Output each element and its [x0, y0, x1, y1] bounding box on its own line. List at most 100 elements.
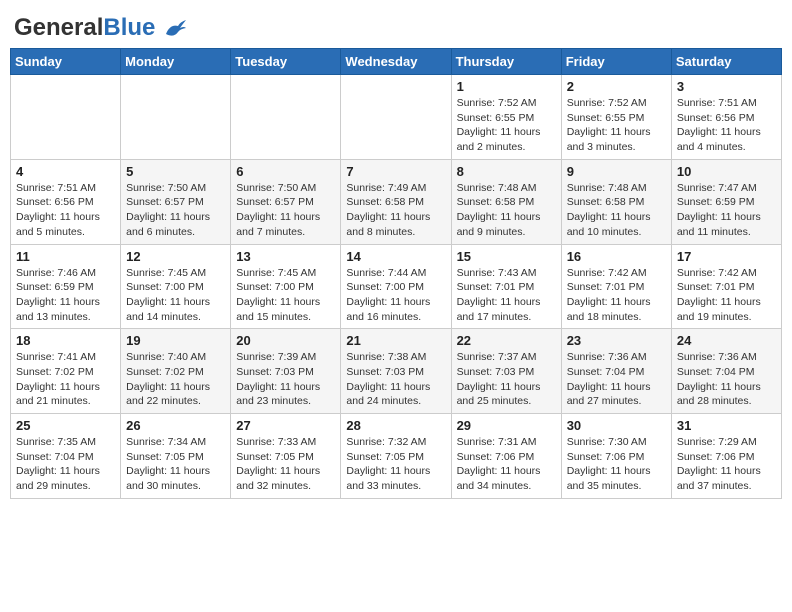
day-info: Sunrise: 7:48 AMSunset: 6:58 PMDaylight:…: [457, 181, 556, 240]
calendar-cell: [341, 75, 451, 160]
calendar-week-1: 1 Sunrise: 7:52 AMSunset: 6:55 PMDaylight…: [11, 75, 782, 160]
day-info: Sunrise: 7:51 AMSunset: 6:56 PMDaylight:…: [16, 181, 115, 240]
weekday-header-thursday: Thursday: [451, 49, 561, 75]
weekday-header-sunday: Sunday: [11, 49, 121, 75]
day-info: Sunrise: 7:52 AMSunset: 6:55 PMDaylight:…: [567, 96, 666, 155]
calendar-cell: 25Sunrise: 7:35 AMSunset: 7:04 PMDayligh…: [11, 414, 121, 499]
day-number: 15: [457, 249, 556, 264]
day-info: Sunrise: 7:34 AMSunset: 7:05 PMDaylight:…: [126, 435, 225, 494]
day-info: Sunrise: 7:36 AMSunset: 7:04 PMDaylight:…: [567, 350, 666, 409]
day-number: 21: [346, 333, 445, 348]
day-info: Sunrise: 7:32 AMSunset: 7:05 PMDaylight:…: [346, 435, 445, 494]
logo-bird-icon: [164, 20, 186, 38]
calendar-cell: 6 Sunrise: 7:50 AMSunset: 6:57 PMDaylight…: [231, 159, 341, 244]
calendar-cell: 31 Sunrise: 7:29 AMSunset: 7:06 PMDayligh…: [671, 414, 781, 499]
day-number: 18: [16, 333, 115, 348]
day-number: 26: [126, 418, 225, 433]
day-number: 16: [567, 249, 666, 264]
calendar-cell: 26 Sunrise: 7:34 AMSunset: 7:05 PMDayligh…: [121, 414, 231, 499]
calendar-cell: 2Sunrise: 7:52 AMSunset: 6:55 PMDaylight…: [561, 75, 671, 160]
day-info: Sunrise: 7:31 AMSunset: 7:06 PMDaylight:…: [457, 435, 556, 494]
day-info: Sunrise: 7:45 AMSunset: 7:00 PMDaylight:…: [236, 266, 335, 325]
day-number: 4: [16, 164, 115, 179]
day-number: 22: [457, 333, 556, 348]
day-info: Sunrise: 7:52 AMSunset: 6:55 PMDaylight:…: [457, 96, 556, 155]
calendar-cell: 11 Sunrise: 7:46 AMSunset: 6:59 PMDayligh…: [11, 244, 121, 329]
day-info: Sunrise: 7:38 AMSunset: 7:03 PMDaylight:…: [346, 350, 445, 409]
day-info: Sunrise: 7:43 AMSunset: 7:01 PMDaylight:…: [457, 266, 556, 325]
day-info: Sunrise: 7:36 AMSunset: 7:04 PMDaylight:…: [677, 350, 776, 409]
day-number: 17: [677, 249, 776, 264]
logo-blue: Blue: [103, 14, 155, 41]
day-number: 5: [126, 164, 225, 179]
calendar-cell: [11, 75, 121, 160]
day-number: 1: [457, 79, 556, 94]
calendar-cell: 7Sunrise: 7:49 AMSunset: 6:58 PMDaylight…: [341, 159, 451, 244]
day-number: 30: [567, 418, 666, 433]
weekday-header-row: SundayMondayTuesdayWednesdayThursdayFrid…: [11, 49, 782, 75]
weekday-header-friday: Friday: [561, 49, 671, 75]
day-info: Sunrise: 7:42 AMSunset: 7:01 PMDaylight:…: [567, 266, 666, 325]
calendar-cell: 19 Sunrise: 7:40 AMSunset: 7:02 PMDayligh…: [121, 329, 231, 414]
calendar-week-2: 4 Sunrise: 7:51 AMSunset: 6:56 PMDaylight…: [11, 159, 782, 244]
day-number: 25: [16, 418, 115, 433]
calendar-cell: [231, 75, 341, 160]
calendar-cell: 9Sunrise: 7:48 AMSunset: 6:58 PMDaylight…: [561, 159, 671, 244]
day-info: Sunrise: 7:48 AMSunset: 6:58 PMDaylight:…: [567, 181, 666, 240]
calendar-cell: 23 Sunrise: 7:36 AMSunset: 7:04 PMDayligh…: [561, 329, 671, 414]
calendar-cell: 27 Sunrise: 7:33 AMSunset: 7:05 PMDayligh…: [231, 414, 341, 499]
day-info: Sunrise: 7:51 AMSunset: 6:56 PMDaylight:…: [677, 96, 776, 155]
calendar-cell: 10 Sunrise: 7:47 AMSunset: 6:59 PMDayligh…: [671, 159, 781, 244]
calendar-cell: 18 Sunrise: 7:41 AMSunset: 7:02 PMDayligh…: [11, 329, 121, 414]
calendar-cell: 3Sunrise: 7:51 AMSunset: 6:56 PMDaylight…: [671, 75, 781, 160]
calendar-cell: 16 Sunrise: 7:42 AMSunset: 7:01 PMDayligh…: [561, 244, 671, 329]
calendar-week-5: 25Sunrise: 7:35 AMSunset: 7:04 PMDayligh…: [11, 414, 782, 499]
logo: GeneralBlue: [14, 10, 186, 40]
day-info: Sunrise: 7:33 AMSunset: 7:05 PMDaylight:…: [236, 435, 335, 494]
day-number: 27: [236, 418, 335, 433]
day-info: Sunrise: 7:41 AMSunset: 7:02 PMDaylight:…: [16, 350, 115, 409]
calendar-cell: 15 Sunrise: 7:43 AMSunset: 7:01 PMDayligh…: [451, 244, 561, 329]
day-number: 13: [236, 249, 335, 264]
day-info: Sunrise: 7:49 AMSunset: 6:58 PMDaylight:…: [346, 181, 445, 240]
day-info: Sunrise: 7:47 AMSunset: 6:59 PMDaylight:…: [677, 181, 776, 240]
calendar-cell: 28Sunrise: 7:32 AMSunset: 7:05 PMDayligh…: [341, 414, 451, 499]
calendar-cell: 13 Sunrise: 7:45 AMSunset: 7:00 PMDayligh…: [231, 244, 341, 329]
calendar-table: SundayMondayTuesdayWednesdayThursdayFrid…: [10, 48, 782, 499]
calendar-cell: 20Sunrise: 7:39 AMSunset: 7:03 PMDayligh…: [231, 329, 341, 414]
day-info: Sunrise: 7:29 AMSunset: 7:06 PMDaylight:…: [677, 435, 776, 494]
day-number: 12: [126, 249, 225, 264]
day-info: Sunrise: 7:37 AMSunset: 7:03 PMDaylight:…: [457, 350, 556, 409]
day-info: Sunrise: 7:46 AMSunset: 6:59 PMDaylight:…: [16, 266, 115, 325]
calendar-cell: 1 Sunrise: 7:52 AMSunset: 6:55 PMDaylight…: [451, 75, 561, 160]
calendar-cell: 8 Sunrise: 7:48 AMSunset: 6:58 PMDaylight…: [451, 159, 561, 244]
day-number: 19: [126, 333, 225, 348]
calendar-week-4: 18 Sunrise: 7:41 AMSunset: 7:02 PMDayligh…: [11, 329, 782, 414]
calendar-cell: 24 Sunrise: 7:36 AMSunset: 7:04 PMDayligh…: [671, 329, 781, 414]
weekday-header-monday: Monday: [121, 49, 231, 75]
calendar-cell: 4 Sunrise: 7:51 AMSunset: 6:56 PMDaylight…: [11, 159, 121, 244]
day-number: 8: [457, 164, 556, 179]
header: GeneralBlue: [10, 10, 782, 40]
day-number: 29: [457, 418, 556, 433]
calendar-cell: 30 Sunrise: 7:30 AMSunset: 7:06 PMDayligh…: [561, 414, 671, 499]
day-info: Sunrise: 7:30 AMSunset: 7:06 PMDaylight:…: [567, 435, 666, 494]
weekday-header-tuesday: Tuesday: [231, 49, 341, 75]
day-info: Sunrise: 7:50 AMSunset: 6:57 PMDaylight:…: [126, 181, 225, 240]
weekday-header-wednesday: Wednesday: [341, 49, 451, 75]
calendar-cell: 17Sunrise: 7:42 AMSunset: 7:01 PMDayligh…: [671, 244, 781, 329]
day-number: 11: [16, 249, 115, 264]
calendar-cell: 12Sunrise: 7:45 AMSunset: 7:00 PMDayligh…: [121, 244, 231, 329]
day-number: 14: [346, 249, 445, 264]
day-number: 23: [567, 333, 666, 348]
calendar-cell: 29 Sunrise: 7:31 AMSunset: 7:06 PMDayligh…: [451, 414, 561, 499]
calendar-week-3: 11 Sunrise: 7:46 AMSunset: 6:59 PMDayligh…: [11, 244, 782, 329]
day-number: 24: [677, 333, 776, 348]
day-number: 10: [677, 164, 776, 179]
logo-general: General: [14, 14, 103, 41]
day-info: Sunrise: 7:50 AMSunset: 6:57 PMDaylight:…: [236, 181, 335, 240]
day-number: 31: [677, 418, 776, 433]
day-number: 6: [236, 164, 335, 179]
calendar-cell: 5 Sunrise: 7:50 AMSunset: 6:57 PMDaylight…: [121, 159, 231, 244]
day-info: Sunrise: 7:40 AMSunset: 7:02 PMDaylight:…: [126, 350, 225, 409]
